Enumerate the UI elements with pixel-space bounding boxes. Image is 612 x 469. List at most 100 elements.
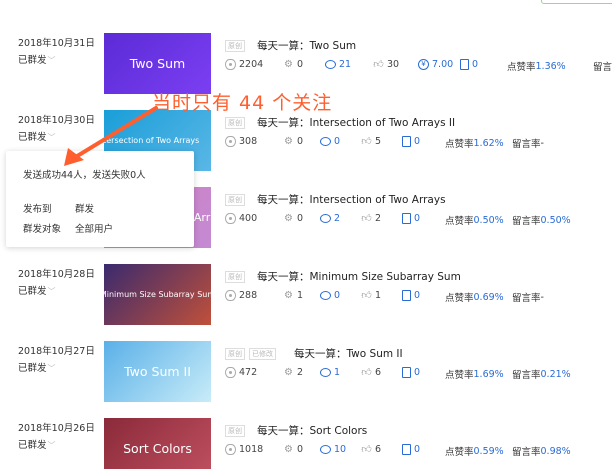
badge-tag: 原创 xyxy=(225,117,245,129)
likes-stat[interactable]: 👍︎ 2 xyxy=(361,213,381,224)
likes-icon: 👍︎ xyxy=(361,136,372,147)
forwards-stat[interactable]: 0 xyxy=(402,290,420,301)
article-date: 2018年10月31日 xyxy=(18,38,95,49)
article-row[interactable]: 2018年10月27日 已群发﹀ Two Sum II 原创 已修改 每天一算：Two S… xyxy=(0,341,612,402)
like-rate-value: 0.59% xyxy=(473,445,504,457)
like-rate-value: 1.69% xyxy=(473,368,504,380)
comment-rate: 留言率 0.50% xyxy=(512,213,571,228)
shares-stat[interactable]: ⚙ 0 xyxy=(283,213,303,224)
article-title[interactable]: 每天一算：Two Sum II xyxy=(294,346,403,361)
send-status[interactable]: 已群发﹀ xyxy=(18,360,56,374)
reads-stat[interactable]: 400 xyxy=(225,213,257,224)
chevron-down-icon: ﹀ xyxy=(47,364,56,373)
rewards-stat[interactable]: ¥7.00 xyxy=(418,59,453,70)
shares-stat-value: 0 xyxy=(297,213,304,224)
shares-stat[interactable]: ⚙ 0 xyxy=(283,59,303,70)
reads-stat[interactable]: 288 xyxy=(225,290,257,301)
article-row[interactable]: 2018年10月31日 已群发﹀ Two Sum 原创 每天一算：Two Sum 2204… xyxy=(0,33,612,94)
reads-stat[interactable]: 308 xyxy=(225,136,257,147)
shares-stat-value: 2 xyxy=(297,367,304,378)
top-right-button-edge[interactable] xyxy=(541,0,612,4)
comment-rate: 留言率 0.98% xyxy=(512,444,571,459)
like-rate-label: 点赞率 xyxy=(507,62,536,73)
article-title[interactable]: 每天一算：Two Sum xyxy=(257,38,356,53)
like-rate-label: 点赞率 xyxy=(445,139,474,150)
likes-stat[interactable]: 👍︎ 1 xyxy=(361,290,381,301)
article-thumbnail[interactable]: Two Sum II xyxy=(104,341,211,402)
comments-icon xyxy=(320,445,331,454)
likes-icon: 👍︎ xyxy=(361,213,372,224)
forwards-stat[interactable]: 0 xyxy=(402,136,420,147)
shares-stat[interactable]: ⚙ 1 xyxy=(283,290,303,301)
shares-stat[interactable]: ⚙ 0 xyxy=(283,136,303,147)
send-status[interactable]: 已群发﹀ xyxy=(18,437,56,451)
thumbnail-text: Minimum Size Subarray Sum xyxy=(104,290,211,299)
send-status-label: 已群发 xyxy=(18,286,47,297)
forwards-stat[interactable]: 0 xyxy=(402,213,420,224)
comments-stat[interactable]: 0 xyxy=(320,136,340,147)
send-status[interactable]: 已群发﹀ xyxy=(18,52,56,66)
forwards-icon xyxy=(402,290,411,301)
comment-rate-label: 留言率 xyxy=(512,216,541,227)
article-row[interactable]: 2018年10月28日 已群发﹀ Minimum Size Subarray Sum… xyxy=(0,264,612,325)
comments-stat[interactable]: 21 xyxy=(325,59,351,70)
shares-icon: ⚙ xyxy=(284,59,293,70)
likes-stat[interactable]: 👍︎ 6 xyxy=(361,444,381,455)
forwards-stat-value: 0 xyxy=(414,367,421,378)
reads-stat[interactable]: 2204 xyxy=(225,59,263,70)
forwards-icon xyxy=(460,59,469,70)
forwards-stat[interactable]: 0 xyxy=(460,59,478,70)
send-status[interactable]: 已群发﹀ xyxy=(18,129,56,143)
forwards-stat[interactable]: 0 xyxy=(402,444,420,455)
reads-stat-value: 288 xyxy=(239,290,258,301)
comments-stat[interactable]: 2 xyxy=(320,213,340,224)
comments-stat[interactable]: 10 xyxy=(320,444,346,455)
reads-icon xyxy=(225,290,236,301)
badge-tag: 原创 xyxy=(225,194,245,206)
article-thumbnail[interactable]: Sort Colors xyxy=(104,418,211,469)
likes-icon: 👍︎ xyxy=(373,59,384,70)
reads-stat-value: 400 xyxy=(239,213,258,224)
reads-stat[interactable]: 1018 xyxy=(225,444,263,455)
chevron-down-icon: ﹀ xyxy=(47,287,56,296)
like-rate-value: 1.36% xyxy=(535,60,566,72)
article-title[interactable]: 每天一算：Intersection of Two Arrays II xyxy=(257,115,455,130)
article-thumbnail[interactable]: Two Sum xyxy=(104,33,211,94)
article-badges: 原创 已修改 xyxy=(225,348,276,360)
shares-stat[interactable]: ⚙ 2 xyxy=(283,367,303,378)
comment-rate-label: 留言率 xyxy=(593,62,612,73)
likes-stat[interactable]: 👍︎ 30 xyxy=(373,59,399,70)
like-rate-value: 1.62% xyxy=(473,137,504,149)
comments-stat[interactable]: 0 xyxy=(320,290,340,301)
article-title[interactable]: 每天一算：Minimum Size Subarray Sum xyxy=(257,269,461,284)
shares-stat-value: 0 xyxy=(297,444,304,455)
chevron-down-icon: ﹀ xyxy=(47,56,56,65)
shares-stat[interactable]: ⚙ 0 xyxy=(283,444,303,455)
article-row[interactable]: 2018年10月26日 已群发﹀ Sort Colors 原创 每天一算：Sort Co… xyxy=(0,418,612,469)
thumbnail-text: Arra xyxy=(193,211,211,224)
comments-stat-value: 1 xyxy=(334,367,341,378)
article-title[interactable]: 每天一算：Intersection of Two Arrays xyxy=(257,192,446,207)
forwards-icon xyxy=(402,367,411,378)
forwards-stat[interactable]: 0 xyxy=(402,367,420,378)
shares-stat-value: 0 xyxy=(297,59,304,70)
article-title[interactable]: 每天一算：Sort Colors xyxy=(257,423,367,438)
likes-stat[interactable]: 👍︎ 5 xyxy=(361,136,381,147)
article-thumbnail[interactable]: Minimum Size Subarray Sum xyxy=(104,264,211,325)
comments-stat[interactable]: 1 xyxy=(320,367,340,378)
article-date: 2018年10月28日 xyxy=(18,269,95,280)
badge-tag: 原创 xyxy=(225,271,245,283)
comment-rate-value: - xyxy=(540,137,544,149)
comment-rate-value: 0.21% xyxy=(540,368,571,380)
reads-stat-value: 308 xyxy=(239,136,258,147)
likes-stat[interactable]: 👍︎ 6 xyxy=(361,367,381,378)
reads-stat-value: 2204 xyxy=(239,59,264,70)
comment-rate-value: - xyxy=(540,291,544,303)
comment-rate-value: 0.50% xyxy=(540,214,571,226)
send-status[interactable]: 已群发﹀ xyxy=(18,283,56,297)
like-rate-label: 点赞率 xyxy=(445,216,474,227)
reads-stat[interactable]: 472 xyxy=(225,367,257,378)
comments-icon xyxy=(320,214,331,223)
badge-tag: 原创 xyxy=(225,425,245,437)
article-badges: 原创 xyxy=(225,425,245,437)
